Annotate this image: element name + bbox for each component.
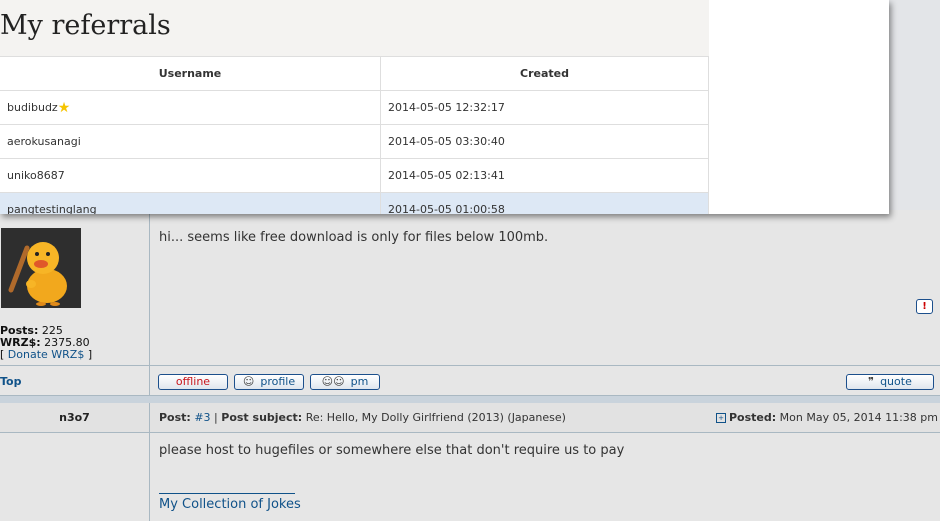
referrals-table: Username Created budibudz★ 2014-05-05 12… (0, 57, 709, 214)
post-label: Post: (159, 411, 191, 424)
signature-link[interactable]: My Collection of Jokes (159, 497, 301, 512)
report-icon[interactable]: ! (916, 299, 933, 314)
post-meta: Post: #3 | Post subject: Re: Hello, My D… (159, 411, 566, 424)
top-link[interactable]: Top (0, 375, 21, 388)
speech-bubble-icon: ❞ (868, 375, 875, 388)
donate-link[interactable]: Donate WRZ$ (8, 348, 85, 361)
post-body: hi... seems like free download is only f… (159, 230, 549, 245)
username[interactable]: pangtestinglang (7, 203, 97, 214)
quote-label: quote (880, 375, 912, 388)
offline-label: offline (175, 375, 211, 388)
donate-bracket-close: ] (87, 348, 93, 361)
posted-label: Posted: (729, 411, 777, 424)
post-header: n3o7 Post: #3 | Post subject: Re: Hello,… (0, 403, 940, 433)
profile-label: profile (260, 375, 296, 388)
duck-avatar-icon (1, 228, 81, 308)
post-content: please host to hugefiles or somewhere el… (0, 433, 940, 521)
username-cell: aerokusanagi (0, 124, 381, 159)
author-stats: Posts: 225 WRZ$: 2375.80 [ Donate WRZ$ ] (0, 325, 92, 361)
signature-divider (159, 493, 295, 494)
posted-info: + Posted: Mon May 05, 2014 11:38 pm (716, 411, 938, 424)
user-icon: ☺ (242, 375, 255, 388)
username[interactable]: aerokusanagi (7, 135, 81, 148)
avatar[interactable] (1, 228, 81, 308)
created-cell: 2014-05-05 03:30:40 (380, 124, 709, 159)
meta-separator: | (214, 411, 218, 424)
post-author-column: Posts: 225 WRZ$: 2375.80 [ Donate WRZ$ ] (0, 210, 150, 365)
username-cell: pangtestinglang (0, 192, 381, 214)
pm-label: pm (350, 375, 369, 388)
created-cell: 2014-05-05 01:00:58 (380, 192, 709, 214)
offline-button[interactable]: offline (158, 374, 228, 390)
created-cell: 2014-05-05 12:32:17 (380, 90, 709, 125)
post-author[interactable]: n3o7 (0, 403, 150, 432)
created-cell: 2014-05-05 02:13:41 (380, 158, 709, 193)
referrals-header: My referrals (0, 0, 709, 57)
posted-date: Mon May 05, 2014 11:38 pm (779, 411, 938, 424)
profile-button[interactable]: ☺ profile (234, 374, 304, 390)
pm-button[interactable]: ☺☺ pm (310, 374, 380, 390)
post-link-icon[interactable]: + (716, 413, 726, 423)
username[interactable]: uniko8687 (7, 169, 65, 182)
username-cell: uniko8687 (0, 158, 381, 193)
post-author-column (0, 433, 150, 521)
donate-bracket-open: [ (0, 348, 5, 361)
post-previous: Posts: 225 WRZ$: 2375.80 [ Donate WRZ$ ]… (0, 210, 940, 397)
subject-label: Post subject: (221, 411, 303, 424)
post-number-link[interactable]: #3 (194, 411, 210, 424)
column-divider (149, 366, 150, 396)
table-row[interactable]: aerokusanagi 2014-05-05 03:30:40 (0, 124, 709, 159)
table-header-row: Username Created (0, 57, 709, 91)
post-footer: Top offline ☺ profile ☺☺ pm ❞ quote (0, 365, 940, 396)
quote-button[interactable]: ❞ quote (846, 374, 934, 390)
referrals-panel: My referrals Username Created budibudz★ … (0, 0, 889, 214)
username[interactable]: budibudz (7, 101, 58, 114)
column-header-created[interactable]: Created (380, 57, 709, 91)
referrals-content: My referrals Username Created budibudz★ … (0, 0, 709, 214)
page-title: My referrals (0, 10, 171, 41)
username-cell: budibudz★ (0, 90, 381, 125)
star-icon: ★ (57, 99, 71, 116)
table-row[interactable]: uniko8687 2014-05-05 02:13:41 (0, 158, 709, 193)
post-body: please host to hugefiles or somewhere el… (159, 443, 625, 458)
table-row[interactable]: budibudz★ 2014-05-05 12:32:17 (0, 90, 709, 125)
table-row[interactable]: pangtestinglang 2014-05-05 01:00:58 (0, 192, 709, 214)
column-header-username[interactable]: Username (0, 57, 381, 91)
post-subject: Re: Hello, My Dolly Girlfriend (2013) (J… (305, 411, 566, 424)
users-icon: ☺☺ (321, 375, 345, 388)
